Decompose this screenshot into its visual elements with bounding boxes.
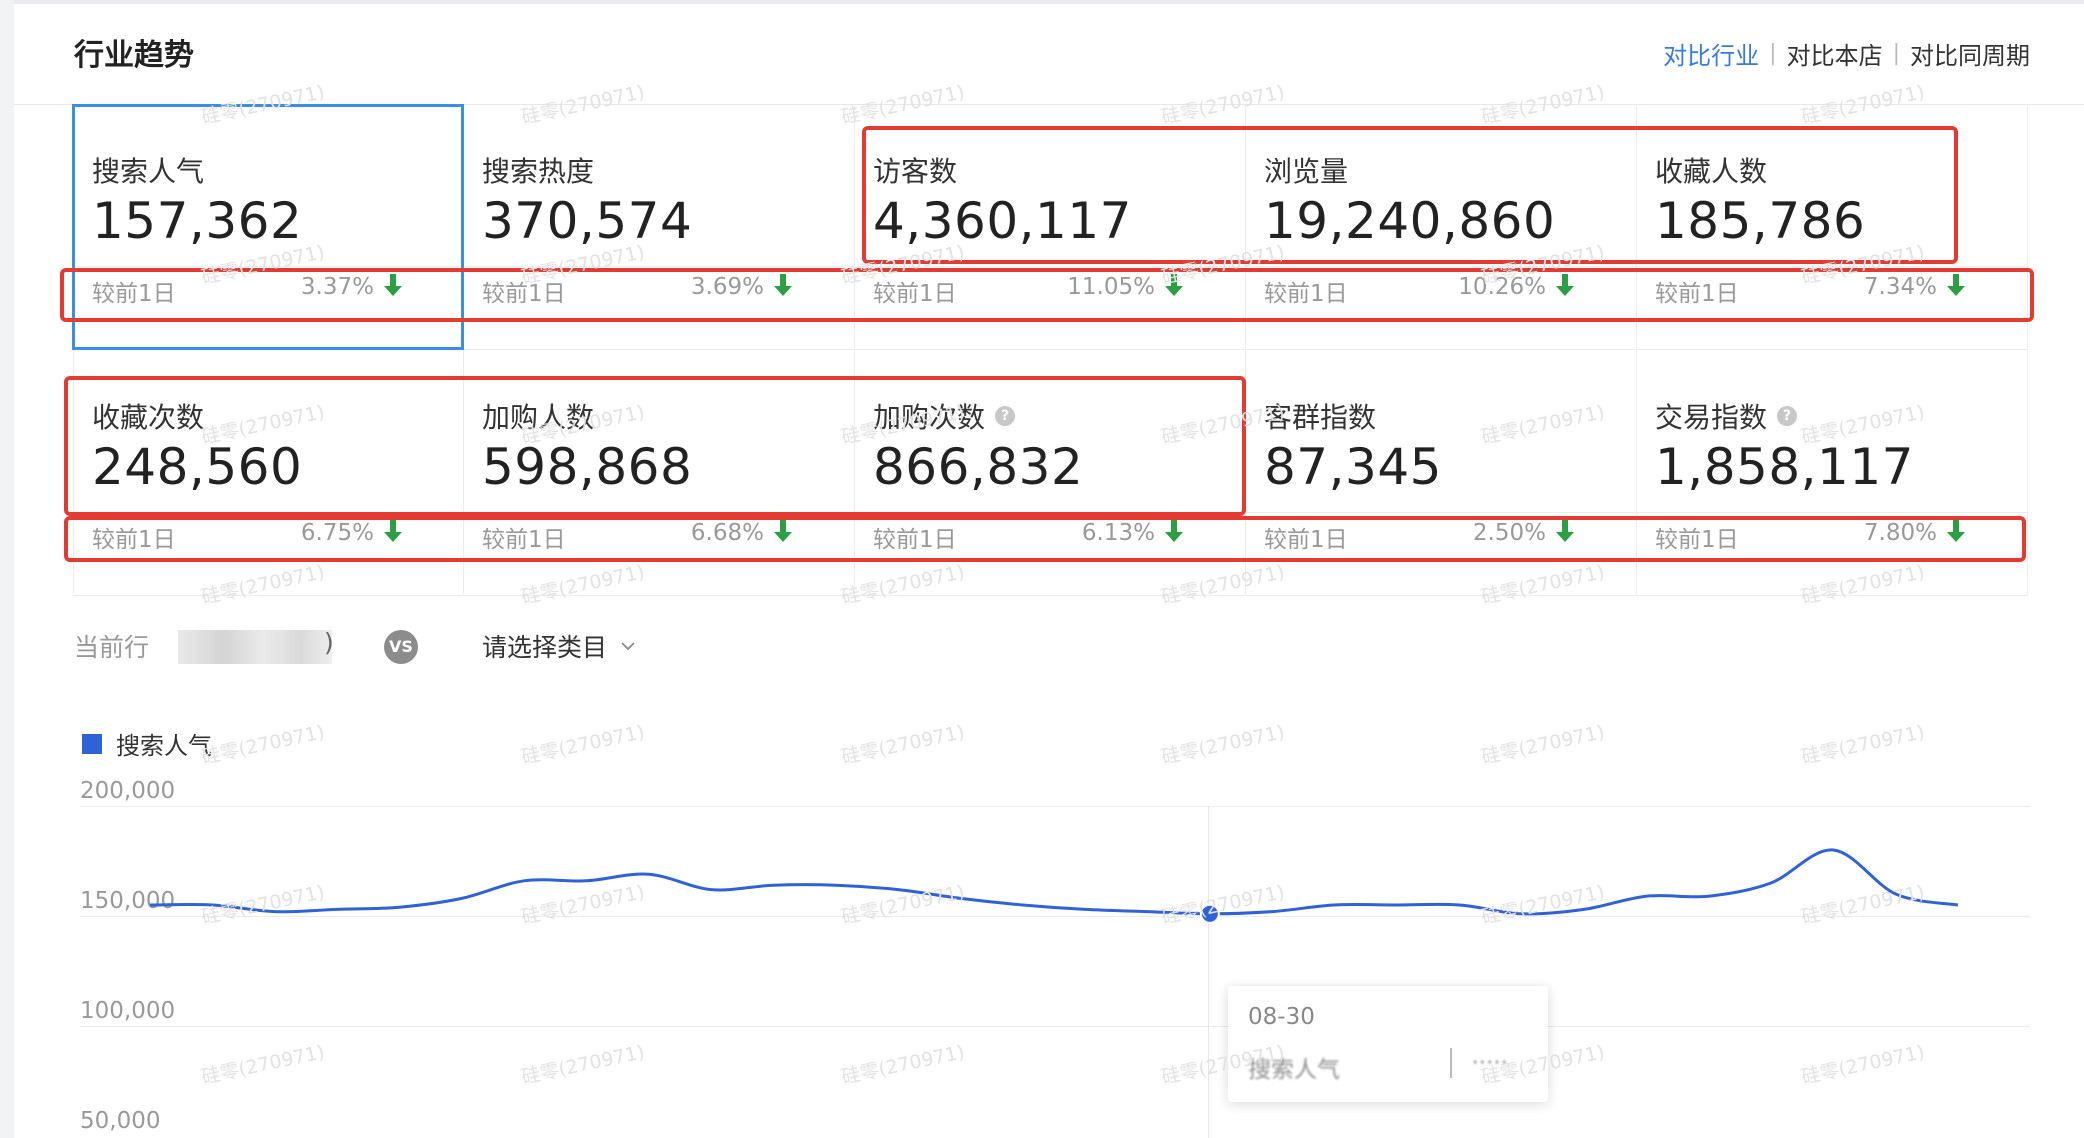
- series-line: [149, 848, 1959, 916]
- chart-tooltip: 08-30 搜索人气 ·····: [1228, 986, 1548, 1102]
- tooltip-divider: [1450, 1048, 1452, 1078]
- tooltip-series-name: 搜索人气: [1248, 1057, 1340, 1083]
- tooltip-value-redacted: ·····: [1471, 1050, 1508, 1076]
- tooltip-date: 08-30: [1248, 1004, 1315, 1030]
- search-popularity-line-chart[interactable]: [0, 0, 2084, 1138]
- highlighted-data-point[interactable]: [1199, 903, 1220, 924]
